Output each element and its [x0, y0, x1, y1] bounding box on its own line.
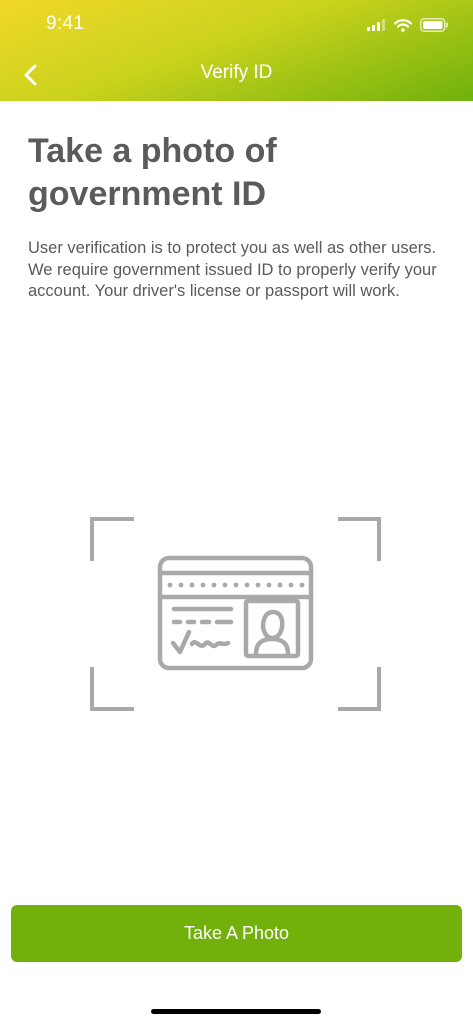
home-indicator[interactable] — [151, 1009, 321, 1014]
nav-header: 9:41 Verify ID — [0, 0, 473, 101]
nav-title: Verify ID — [200, 62, 273, 83]
cellular-signal-icon — [367, 19, 385, 31]
page-description: User verification is to protect you as w… — [28, 239, 437, 300]
take-photo-button[interactable]: Take A Photo — [11, 905, 462, 962]
page-title: Take a photo of government ID — [28, 132, 277, 213]
status-time: 9:41 — [46, 13, 85, 34]
battery-icon — [420, 18, 448, 32]
status-icons — [367, 15, 449, 35]
id-card-scan-icon — [90, 517, 381, 711]
id-card-scan-illustration — [88, 515, 384, 713]
wifi-icon — [394, 18, 412, 32]
